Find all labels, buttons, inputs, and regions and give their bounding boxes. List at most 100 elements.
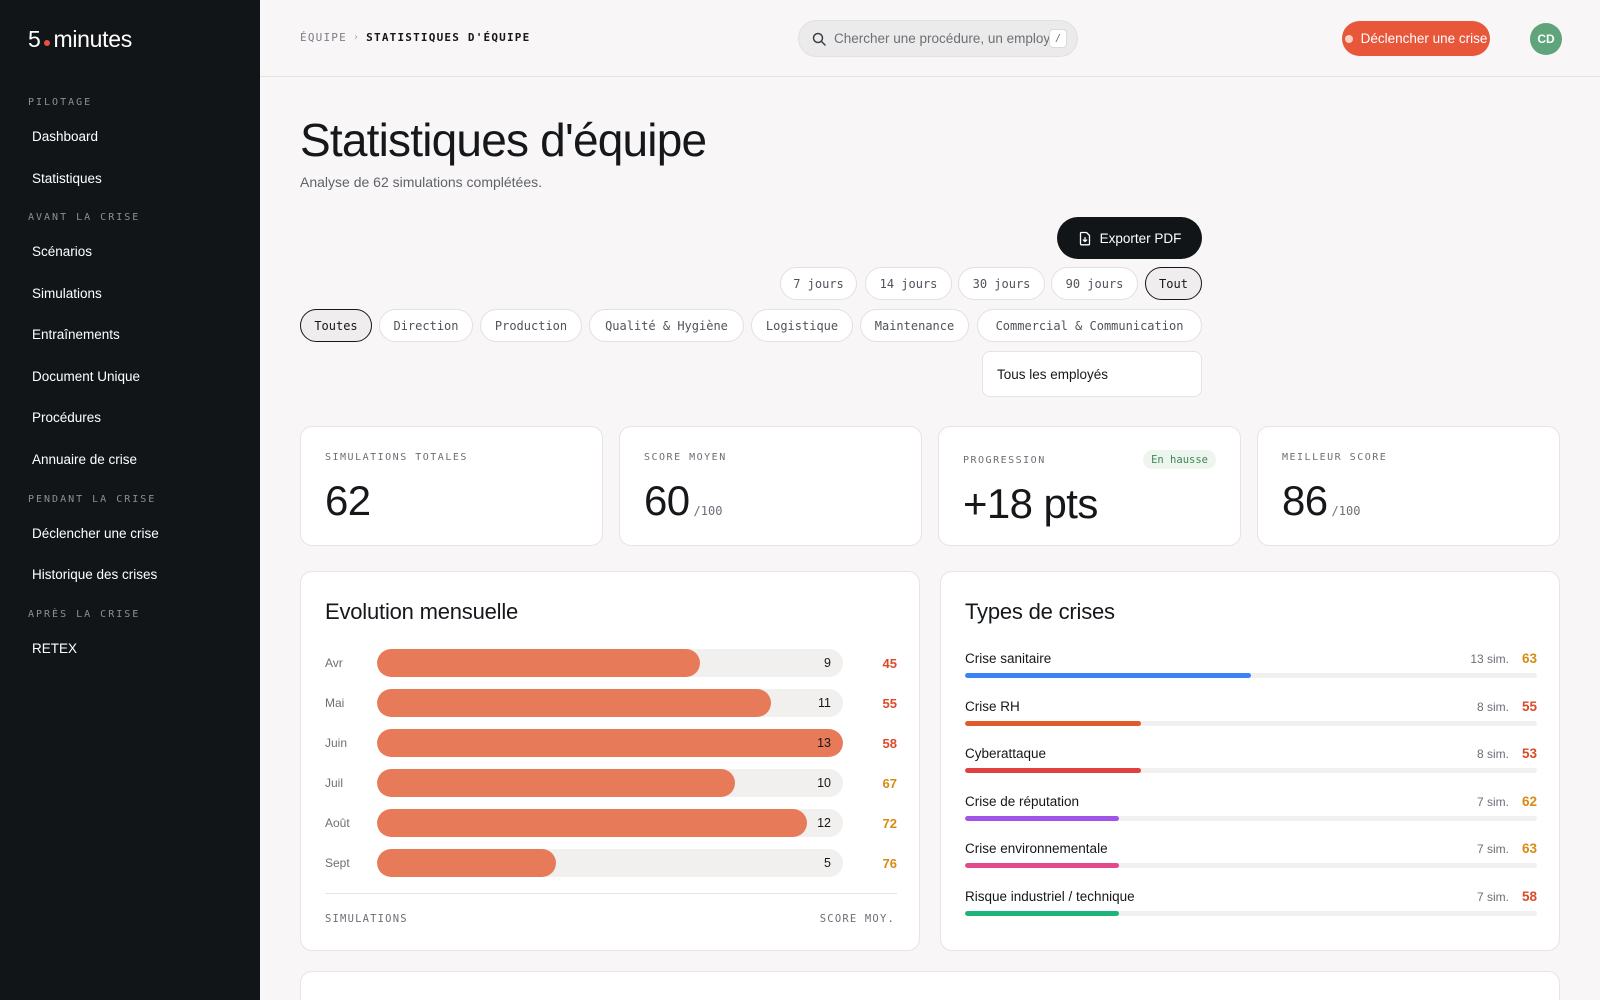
- stat-value-progress: +18 pts: [963, 480, 1098, 528]
- crisis-type-bar: [965, 910, 1119, 916]
- app-logo[interactable]: 5 minutes: [28, 26, 132, 53]
- crisis-type-bar-track: [965, 673, 1537, 678]
- stat-label-best: MEILLEUR SCORE: [1282, 452, 1388, 463]
- month-simulations: 13: [817, 736, 831, 750]
- crisis-type-name: Risque industriel / technique: [965, 888, 1135, 904]
- month-simulations: 10: [817, 776, 831, 790]
- crisis-type-bar-track: [965, 863, 1537, 868]
- crisis-type-row: Risque industriel / technique 7 sim. 58: [965, 889, 1537, 925]
- crisis-type-simulations: 8 sim.: [1476, 747, 1509, 761]
- crisis-type-bar-track: [965, 720, 1537, 726]
- crisis-types-title: Types de crises: [965, 599, 1115, 624]
- dept-chip-commercial[interactable]: Commercial & Communication: [977, 309, 1202, 342]
- dept-chip-toutes[interactable]: Toutes: [300, 309, 372, 342]
- breadcrumb-current: STATISTIQUES D'ÉQUIPE: [366, 31, 531, 44]
- alert-dot-icon: [1344, 34, 1353, 43]
- month-score: 76: [882, 856, 897, 871]
- dept-chip-production[interactable]: Production: [480, 309, 582, 342]
- period-chip-14-jours[interactable]: 14 jours: [865, 267, 952, 300]
- monthly-evolution-panel: Evolution mensuelle Avr 9 45 Mai 11 55 Juin 13 5…: [300, 571, 920, 951]
- employee-select[interactable]: Tous les employés: [982, 351, 1202, 397]
- crisis-type-bar-track: [965, 815, 1537, 821]
- monthly-row: Août 12 72: [325, 809, 897, 837]
- monthly-row: Sept 5 76: [325, 849, 897, 877]
- stat-unit-best: /100: [1331, 504, 1361, 518]
- nav-section-avant-la-crise: AVANT LA CRISE: [28, 212, 141, 223]
- crisis-type-bar: [965, 673, 1251, 678]
- month-label: Avr: [325, 656, 343, 670]
- crisis-type-name: Cyberattaque: [965, 746, 1047, 761]
- sidebar-item-statistiques[interactable]: Statistiques: [32, 171, 102, 186]
- stat-card-total: SIMULATIONS TOTALES 62: [300, 426, 603, 546]
- crisis-type-row: Cyberattaque 8 sim. 53: [965, 746, 1537, 782]
- monthly-row: Mai 11 55: [325, 689, 897, 717]
- crisis-type-row: Crise de réputation 7 sim. 62: [965, 794, 1537, 830]
- month-bar-track: 13: [377, 729, 843, 757]
- sidebar-item-dashboard[interactable]: Dashboard: [32, 129, 98, 144]
- sidebar-item-simulations[interactable]: Simulations: [32, 286, 102, 301]
- export-pdf-button[interactable]: Exporter PDF: [1057, 217, 1202, 259]
- crisis-type-name: Crise environnementale: [965, 841, 1108, 856]
- sidebar-item-scenarios[interactable]: Scénarios: [32, 244, 92, 259]
- crisis-type-bar: [965, 768, 1141, 773]
- crisis-type-score: 63: [1521, 651, 1537, 666]
- crisis-type-score: 53: [1521, 746, 1537, 761]
- breadcrumb: ÉQUIPE › STATISTIQUES D'ÉQUIPE: [300, 31, 530, 44]
- month-label: Mai: [325, 696, 345, 710]
- stat-card-best: MEILLEUR SCORE 86/100: [1257, 426, 1560, 546]
- breadcrumb-parent[interactable]: ÉQUIPE: [300, 31, 347, 44]
- dept-chip-qualite-hygiene[interactable]: Qualité & Hygiène: [589, 309, 744, 342]
- month-bar: [377, 769, 735, 797]
- month-simulations: 9: [824, 656, 831, 670]
- month-score: 45: [882, 656, 897, 671]
- crisis-type-simulations: 7 sim.: [1476, 842, 1509, 856]
- stat-label-total: SIMULATIONS TOTALES: [325, 452, 468, 463]
- bottom-card: [300, 971, 1560, 1000]
- search-bar[interactable]: /: [798, 20, 1078, 57]
- stat-value-average-number: 60: [644, 477, 690, 524]
- crisis-type-row: Crise RH 8 sim. 55: [965, 699, 1537, 735]
- sidebar-item-annuaire[interactable]: Annuaire de crise: [32, 452, 137, 467]
- stat-unit-average: /100: [693, 504, 723, 518]
- sidebar-item-document-unique[interactable]: Document Unique: [32, 369, 140, 384]
- crisis-type-row: Crise sanitaire 13 sim. 63: [965, 651, 1537, 687]
- dept-chip-maintenance[interactable]: Maintenance: [860, 309, 969, 342]
- nav-section-pilotage: PILOTAGE: [28, 97, 93, 108]
- sidebar-item-retex[interactable]: RETEX: [32, 641, 77, 656]
- month-bar: [377, 849, 556, 877]
- stat-value-progress-number: +18 pts: [963, 480, 1098, 527]
- sidebar-item-entrainements[interactable]: Entraînements: [32, 327, 120, 342]
- search-icon: [812, 32, 826, 46]
- stat-value-total-number: 62: [325, 477, 371, 524]
- search-input[interactable]: [834, 31, 1049, 46]
- avatar[interactable]: CD: [1530, 23, 1562, 55]
- month-simulations: 5: [824, 856, 831, 870]
- stat-label-progress: PROGRESSION: [963, 455, 1046, 466]
- month-simulations: 11: [818, 696, 831, 710]
- monthly-row: Avr 9 45: [325, 649, 897, 677]
- month-bar-track: 9: [377, 649, 843, 677]
- crisis-types-panel: Types de crises Crise sanitaire 13 sim. 63…: [940, 571, 1560, 951]
- period-chip-30-jours[interactable]: 30 jours: [958, 267, 1045, 300]
- month-label: Juil: [325, 776, 344, 790]
- trigger-crisis-button[interactable]: Déclencher une crise: [1342, 21, 1490, 56]
- month-score: 72: [882, 816, 897, 831]
- crisis-type-bar: [965, 815, 1119, 821]
- period-chip-tout[interactable]: Tout: [1145, 267, 1202, 300]
- dept-chip-logistique[interactable]: Logistique: [751, 309, 853, 342]
- sidebar-item-historique[interactable]: Historique des crises: [32, 567, 157, 582]
- nav-section-pendant-la-crise: PENDANT LA CRISE: [28, 494, 157, 505]
- dept-chip-direction[interactable]: Direction: [379, 309, 473, 342]
- crisis-type-name: Crise de réputation: [965, 793, 1080, 809]
- page-subtitle: Analyse de 62 simulations complétées.: [300, 174, 543, 190]
- logo-dot: [43, 40, 50, 46]
- sidebar-item-procedures[interactable]: Procédures: [32, 410, 101, 425]
- period-chip-7-jours[interactable]: 7 jours: [780, 267, 857, 300]
- month-score: 55: [882, 696, 897, 711]
- month-bar-track: 10: [377, 769, 843, 797]
- sidebar-item-declencher[interactable]: Déclencher une crise: [32, 526, 159, 541]
- month-bar-track: 11: [377, 689, 843, 717]
- crisis-type-bar: [965, 863, 1119, 868]
- monthly-evolution-title: Evolution mensuelle: [325, 599, 519, 624]
- period-chip-90-jours[interactable]: 90 jours: [1051, 267, 1138, 300]
